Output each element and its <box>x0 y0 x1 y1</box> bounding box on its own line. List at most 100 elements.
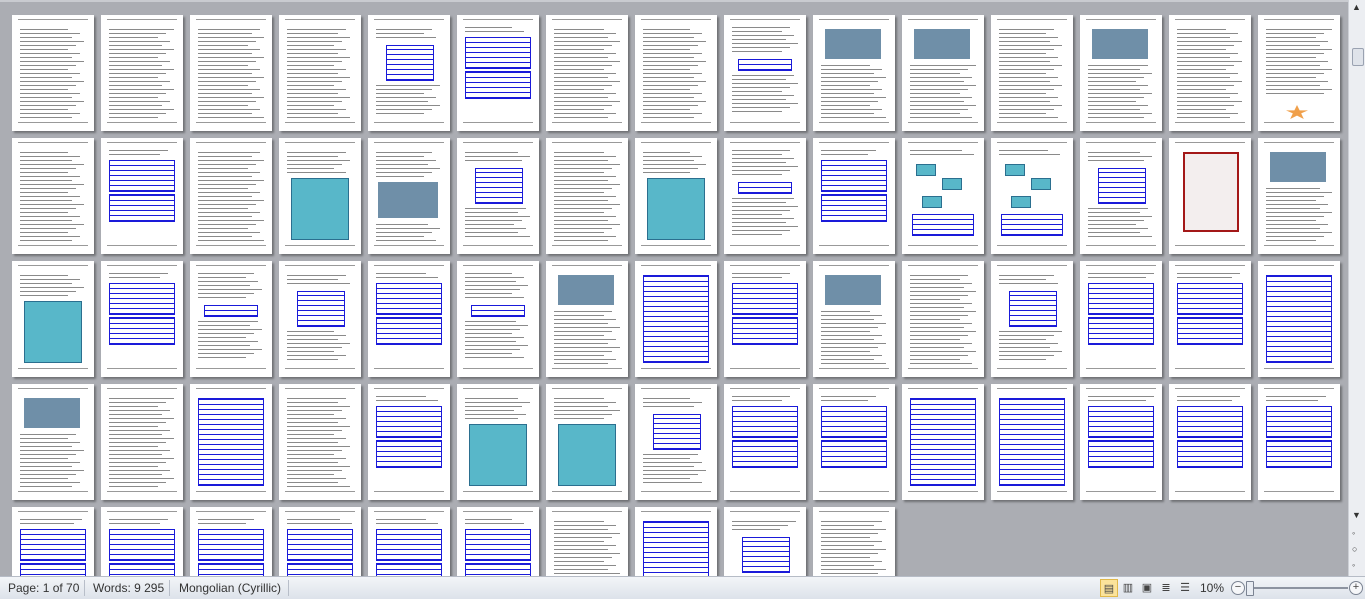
page-thumbnail[interactable] <box>279 138 361 254</box>
page-thumbnail[interactable] <box>1169 384 1251 500</box>
page-thumbnail[interactable] <box>457 138 539 254</box>
select-browse-object-icon[interactable]: ○ <box>1352 544 1357 554</box>
text-line <box>999 73 1046 74</box>
page-thumbnail[interactable] <box>902 261 984 377</box>
page-thumbnail[interactable] <box>813 507 895 576</box>
page-thumbnail[interactable] <box>724 384 806 500</box>
page-thumbnail[interactable] <box>101 138 183 254</box>
page-thumbnail[interactable] <box>101 507 183 576</box>
page-thumbnail[interactable] <box>12 261 94 377</box>
page-thumbnail[interactable] <box>1080 261 1162 377</box>
zoom-slider-knob[interactable] <box>1246 581 1254 596</box>
page-thumbnail[interactable] <box>546 138 628 254</box>
page-thumbnail[interactable] <box>190 138 272 254</box>
text-line <box>1266 216 1324 217</box>
page-thumbnail[interactable] <box>813 261 895 377</box>
outline-view-icon[interactable]: ≣ <box>1157 579 1175 597</box>
page-thumbnail[interactable] <box>368 261 450 377</box>
page-thumbnail[interactable] <box>724 507 806 576</box>
zoom-out-icon[interactable]: − <box>1231 581 1245 595</box>
page-thumbnail[interactable] <box>12 507 94 576</box>
zoom-slider-track[interactable] <box>1246 587 1348 589</box>
page-thumbnail[interactable] <box>190 507 272 576</box>
page-thumbnail[interactable] <box>457 507 539 576</box>
previous-page-icon[interactable]: ◦ <box>1352 528 1355 538</box>
print-layout-view-icon[interactable]: ▤ <box>1100 579 1118 597</box>
page-thumbnail[interactable] <box>368 384 450 500</box>
page-thumbnail[interactable] <box>813 138 895 254</box>
page-thumbnail[interactable] <box>635 384 717 500</box>
word-count[interactable]: Words: 9 295 <box>93 580 164 596</box>
scroll-up-icon[interactable]: ▲ <box>1352 2 1361 12</box>
page-thumbnail[interactable] <box>279 384 361 500</box>
page-thumbnail[interactable] <box>546 15 628 131</box>
page-thumbnail[interactable] <box>1080 384 1162 500</box>
page-thumbnail[interactable] <box>991 261 1073 377</box>
zoom-level[interactable]: 10% <box>1200 580 1224 596</box>
text-line <box>999 37 1058 38</box>
page-thumbnail[interactable] <box>546 261 628 377</box>
page-thumbnail[interactable] <box>1258 138 1340 254</box>
page-thumbnail[interactable] <box>12 15 94 131</box>
page-thumbnail[interactable] <box>991 15 1073 131</box>
page-thumbnail[interactable] <box>368 138 450 254</box>
page-thumbnail[interactable] <box>1258 261 1340 377</box>
page-thumbnail[interactable] <box>279 261 361 377</box>
page-thumbnail[interactable] <box>813 15 895 131</box>
text-line <box>554 81 620 82</box>
web-layout-icon[interactable]: ▣ <box>1138 579 1156 597</box>
scrollbar-thumb[interactable] <box>1352 48 1364 66</box>
language-indicator[interactable]: Mongolian (Cyrillic) <box>179 580 281 596</box>
page-thumbnail[interactable] <box>724 15 806 131</box>
page-thumbnail[interactable] <box>457 15 539 131</box>
zoom-in-icon[interactable]: + <box>1349 581 1363 595</box>
page-thumbnail[interactable] <box>635 15 717 131</box>
page-thumbnail[interactable] <box>101 15 183 131</box>
page-thumbnail[interactable] <box>902 138 984 254</box>
page-thumbnail[interactable] <box>101 384 183 500</box>
text-line <box>109 414 162 415</box>
page-thumbnail[interactable] <box>457 261 539 377</box>
page-thumbnail[interactable] <box>279 507 361 576</box>
page-thumbnail[interactable] <box>1258 384 1340 500</box>
vertical-scrollbar[interactable]: ▲ ▼ ◦ ○ ◦ <box>1348 0 1365 576</box>
page-thumbnail[interactable] <box>902 384 984 500</box>
page-thumbnail[interactable] <box>1080 15 1162 131</box>
page-count[interactable]: Page: 1 of 70 <box>8 580 79 596</box>
document-thumbnail-area[interactable] <box>0 2 1349 576</box>
page-thumbnail[interactable] <box>190 261 272 377</box>
page-thumbnail[interactable] <box>724 261 806 377</box>
page-thumbnail[interactable] <box>12 138 94 254</box>
page-thumbnail[interactable] <box>368 507 450 576</box>
page-thumbnail[interactable] <box>546 384 628 500</box>
page-thumbnail[interactable] <box>902 15 984 131</box>
page-thumbnail[interactable] <box>635 138 717 254</box>
page-thumbnail[interactable] <box>457 384 539 500</box>
page-thumbnail[interactable] <box>635 261 717 377</box>
page-thumbnail[interactable] <box>1169 15 1251 131</box>
page-thumbnail[interactable] <box>190 15 272 131</box>
page-thumbnail[interactable] <box>101 261 183 377</box>
text-line <box>554 89 604 90</box>
page-thumbnail[interactable] <box>1169 261 1251 377</box>
page-thumbnail[interactable] <box>1258 15 1340 131</box>
full-screen-reading-icon[interactable]: ▥ <box>1119 579 1137 597</box>
page-thumbnail[interactable] <box>368 15 450 131</box>
page-thumbnail[interactable] <box>991 384 1073 500</box>
text-line <box>287 81 342 82</box>
page-thumbnail[interactable] <box>991 138 1073 254</box>
draft-view-icon[interactable]: ☰ <box>1176 579 1194 597</box>
page-thumbnail[interactable] <box>1169 138 1251 254</box>
page-thumbnail[interactable] <box>813 384 895 500</box>
next-page-icon[interactable]: ◦ <box>1352 560 1355 570</box>
text-line <box>376 164 428 165</box>
page-thumbnail[interactable] <box>12 384 94 500</box>
page-thumbnail[interactable] <box>546 507 628 576</box>
page-thumbnail[interactable] <box>724 138 806 254</box>
scroll-down-icon[interactable]: ▼ <box>1352 510 1361 520</box>
page-thumbnail[interactable] <box>190 384 272 500</box>
page-thumbnail[interactable] <box>635 507 717 576</box>
table-block <box>376 406 442 438</box>
page-thumbnail[interactable] <box>1080 138 1162 254</box>
page-thumbnail[interactable] <box>279 15 361 131</box>
